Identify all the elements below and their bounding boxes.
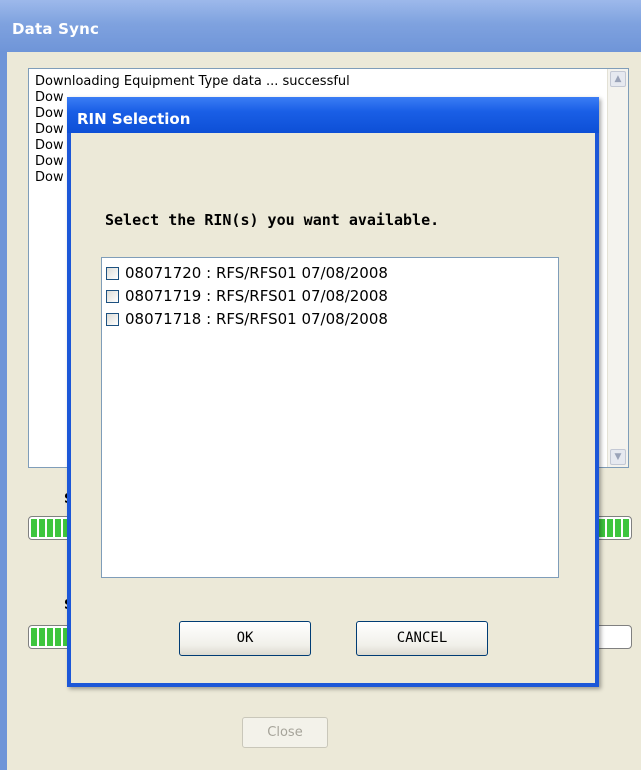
rin-item-label: 08071718 : RFS/RFS01 07/08/2008	[125, 310, 388, 328]
log-line: Downloading Equipment Type data ... succ…	[35, 74, 350, 89]
rin-selection-dialog: RIN Selection Select the RIN(s) you want…	[67, 97, 599, 687]
chevron-down-icon[interactable]: ▼	[610, 449, 626, 465]
ok-button[interactable]: OK	[179, 621, 311, 656]
rin-prompt-text: Select the RIN(s) you want available.	[105, 211, 440, 229]
rin-item-label: 08071720 : RFS/RFS01 07/08/2008	[125, 264, 388, 282]
checkbox-icon[interactable]	[106, 312, 119, 326]
data-sync-title: Data Sync	[12, 20, 100, 38]
window-border	[0, 52, 7, 770]
rin-dialog-title: RIN Selection	[77, 110, 191, 128]
close-button[interactable]: Close	[242, 717, 328, 748]
checkbox-icon[interactable]	[106, 266, 119, 280]
rin-list-item[interactable]: 08071718 : RFS/RFS01 07/08/2008	[106, 308, 388, 330]
data-sync-title-bar[interactable]: Data Sync	[0, 0, 641, 52]
chevron-up-icon[interactable]: ▲	[610, 71, 626, 87]
checkbox-icon[interactable]	[106, 289, 119, 303]
rin-list-item[interactable]: 08071720 : RFS/RFS01 07/08/2008	[106, 262, 388, 284]
rin-checklist[interactable]: 08071720 : RFS/RFS01 07/08/2008 08071719…	[101, 257, 559, 578]
log-scrollbar[interactable]: ▲ ▼	[607, 69, 628, 467]
rin-dialog-title-bar[interactable]: RIN Selection	[67, 97, 599, 133]
rin-dialog-body: Select the RIN(s) you want available. 08…	[71, 133, 595, 683]
rin-list-item[interactable]: 08071719 : RFS/RFS01 07/08/2008	[106, 285, 388, 307]
cancel-button[interactable]: CANCEL	[356, 621, 488, 656]
rin-item-label: 08071719 : RFS/RFS01 07/08/2008	[125, 287, 388, 305]
